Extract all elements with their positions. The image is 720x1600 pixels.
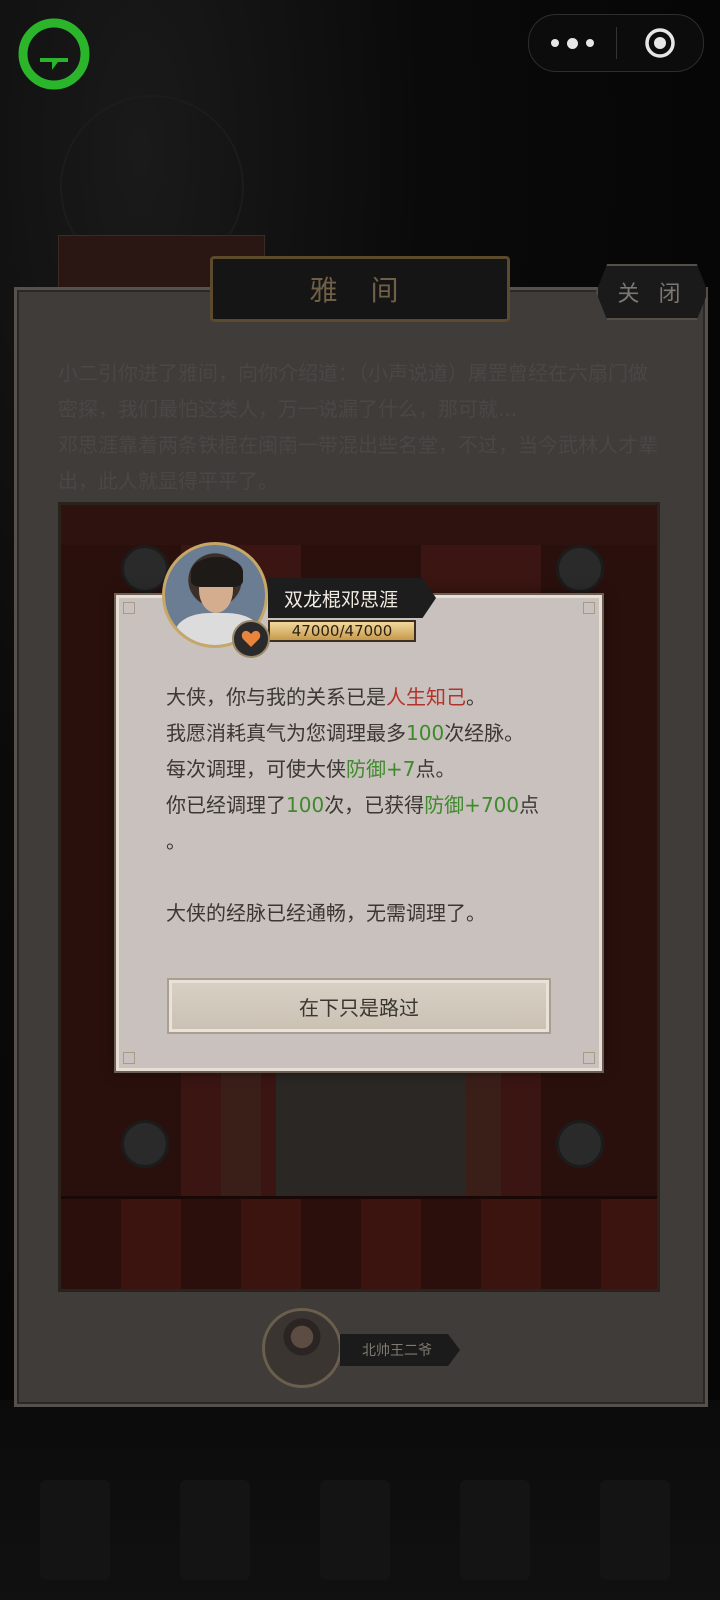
dialog-corner (123, 1052, 135, 1064)
room-pillar (221, 1065, 261, 1205)
wall-ornament (556, 545, 604, 593)
heart-icon (232, 620, 270, 658)
dialog-corner (583, 1052, 595, 1064)
room-door (276, 1060, 466, 1200)
room-floor (61, 1196, 657, 1289)
offer-line: 我愿消耗真气为您调理最多100次经脉。 (166, 721, 525, 745)
chat-bubble-logo-icon[interactable] (18, 18, 90, 90)
background-bottom-item (460, 1480, 530, 1580)
intro-line: 小二引你进了雅间，向你介绍道：（小声说道）屠罡曾经在六扇门做密探，我们最怕这类人… (58, 361, 648, 421)
npc-hair (191, 557, 243, 587)
panel-title: 雅 间 (210, 256, 510, 322)
mini-program-capsule (528, 14, 704, 72)
relationship-line: 大侠，你与我的关系已是人生知己。 (166, 685, 486, 709)
npc-name-label: 双龙棍邓思涯 (268, 578, 436, 618)
bonus-per-session: 防御+7 (346, 757, 416, 781)
total-bonus: 防御+700 (424, 793, 520, 817)
dialog-text: 大侠，你与我的关系已是人生知己。 我愿消耗真气为您调理最多100次经脉。 每次调… (166, 679, 566, 931)
more-dots-icon[interactable] (529, 15, 616, 71)
npc-dialog: 大侠，你与我的关系已是人生知己。 我愿消耗真气为您调理最多100次经脉。 每次调… (114, 593, 604, 1073)
wall-ornament (556, 1120, 604, 1168)
bonus-line: 每次调理，可使大侠防御+7点。 (166, 757, 456, 781)
intro-text: 小二引你进了雅间，向你介绍道：（小声说道）屠罡曾经在六扇门做密探，我们最怕这类人… (58, 355, 658, 499)
background-bottom-item (600, 1480, 670, 1580)
background-bottom-item (320, 1480, 390, 1580)
background-bottom-item (180, 1480, 250, 1580)
progress-line: 你已经调理了100次，已获得防御+700点 (166, 793, 540, 817)
close-button[interactable]: 关 闭 (596, 264, 708, 320)
sessions-done: 100 (286, 793, 325, 817)
npc-hp-bar: 47000/47000 (268, 620, 416, 642)
dialog-corner (583, 602, 595, 614)
status-line: 大侠的经脉已经通畅，无需调理了。 (166, 901, 486, 925)
background-bottom-item (40, 1480, 110, 1580)
room-pillar (461, 1065, 501, 1205)
dialog-corner (123, 602, 135, 614)
intro-line: 邓思涯靠着两条铁棍在闽南一带混出些名堂，不过，当今武林人才辈出，此人就显得平平了… (58, 433, 658, 493)
max-count: 100 (406, 721, 445, 745)
relationship-level: 人生知己 (386, 685, 466, 709)
target-close-icon[interactable] (617, 15, 703, 71)
npc2-name-label[interactable]: 北帅王二爷 (340, 1334, 460, 1366)
progress-line-end: 。 (166, 829, 186, 853)
wall-ornament (121, 1120, 169, 1168)
npc2-portrait[interactable] (262, 1308, 342, 1388)
pass-by-button[interactable]: 在下只是路过 (167, 978, 551, 1034)
